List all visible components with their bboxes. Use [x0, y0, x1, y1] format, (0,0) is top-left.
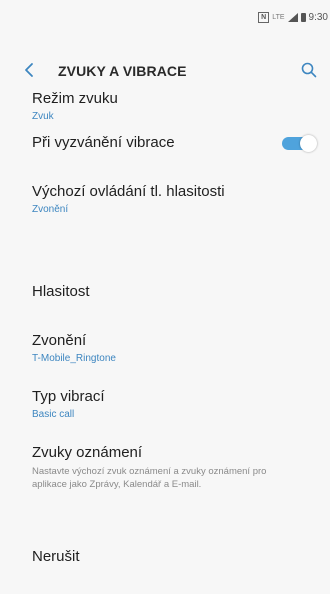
setting-title: Zvuky oznámení — [32, 444, 143, 461]
setting-value: Zvonění — [32, 204, 69, 215]
setting-ringtone[interactable]: Zvonění T-Mobile_Ringtone — [32, 332, 318, 364]
setting-value: Zvuk — [32, 111, 54, 122]
clock: 9:30 — [308, 11, 328, 23]
setting-do-not-disturb[interactable]: Nerušit — [32, 548, 318, 565]
setting-title: Zvonění — [32, 332, 87, 349]
setting-description: Nastavte výchozí zvuk oznámení a zvuky o… — [32, 466, 267, 490]
setting-vibration-pattern[interactable]: Typ vibrací Basic call — [32, 388, 318, 420]
setting-volume[interactable]: Hlasitost — [32, 283, 318, 300]
setting-title: Hlasitost — [32, 283, 90, 300]
setting-notification-sounds[interactable]: Zvuky oznámení Nastavte výchozí zvuk ozn… — [32, 444, 318, 491]
signal-icon — [287, 12, 298, 22]
setting-volume-key-default[interactable]: Výchozí ovládání tl. hlasitosti Zvonění — [32, 183, 318, 215]
nfc-icon: N — [258, 11, 270, 23]
battery-icon — [300, 12, 306, 22]
setting-title: Výchozí ovládání tl. hlasitosti — [32, 183, 225, 200]
setting-title: Při vyzvánění vibrace — [32, 134, 175, 151]
setting-value: Basic call — [32, 409, 75, 420]
lte-icon: LTE — [272, 13, 285, 21]
toggle-thumb — [300, 135, 317, 152]
setting-vibrate-on-ring[interactable]: Při vyzvánění vibrace — [32, 134, 318, 152]
chevron-left-icon[interactable] — [22, 62, 38, 78]
page-title: ZVUKY A VIBRACE — [58, 63, 187, 79]
setting-sound-mode[interactable]: Režim zvuku Zvuk — [32, 90, 318, 122]
search-icon[interactable] — [300, 61, 318, 79]
setting-title: Nerušit — [32, 548, 80, 565]
setting-title: Typ vibrací — [32, 388, 105, 405]
setting-title: Režim zvuku — [32, 90, 118, 107]
status-bar: N LTE 9:30 — [0, 0, 330, 34]
vibrate-toggle[interactable] — [282, 135, 317, 152]
setting-value: T-Mobile_Ringtone — [32, 353, 116, 364]
app-bar: ZVUKY A VIBRACE — [0, 50, 330, 90]
